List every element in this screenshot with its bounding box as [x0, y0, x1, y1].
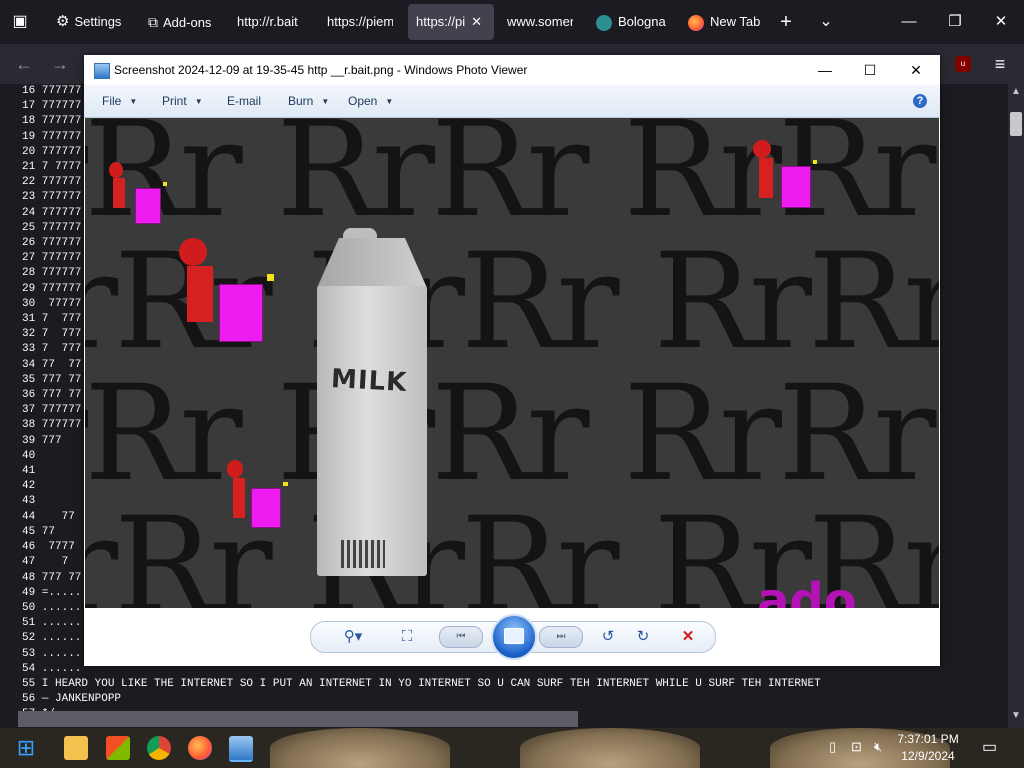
slideshow-icon: [504, 628, 524, 644]
volume-muted-icon[interactable]: 🔇︎: [874, 739, 882, 755]
rr-pattern-row: rRr RrRr RrRr R: [85, 357, 939, 511]
ublock-icon[interactable]: u: [955, 56, 971, 72]
forward-arrow-icon[interactable]: →: [50, 54, 70, 74]
menu-email[interactable]: E-mail: [227, 85, 261, 117]
menu-open[interactable]: Open ▼: [348, 85, 393, 118]
windows-taskbar: ⊞ ▯ ⊡ 🔇︎ 7:37:01 PM 12/9/2024 ▭: [0, 728, 1024, 768]
barcode: [341, 540, 385, 568]
new-tab-button[interactable]: +: [776, 12, 796, 32]
system-clock[interactable]: 7:37:01 PM 12/9/2024: [888, 731, 968, 765]
tab-r-bait[interactable]: http://r.bait: [237, 4, 309, 40]
firefox-taskbar-icon[interactable]: [188, 736, 212, 760]
tab-bologna[interactable]: Bologna: [596, 4, 666, 40]
previous-icon: ⏮: [456, 631, 466, 642]
tab-piem[interactable]: https://piem: [327, 4, 393, 40]
zoom-icon[interactable]: ⚲▾: [341, 628, 365, 646]
back-arrow-icon[interactable]: ←: [14, 54, 34, 74]
chevron-down-icon: ▼: [129, 96, 138, 106]
viewer-image: rR r RrR r RrR r R rRr RrRr Rr Rr R r Rr Rr Rr…: [85, 118, 939, 608]
tab-active[interactable]: https://pi ✕: [408, 4, 494, 40]
tab-add-ons[interactable]: ⧉ Add-ons: [148, 4, 216, 40]
vertical-scrollbar[interactable]: ▲ ▼: [1008, 84, 1024, 728]
clock-time: 7:37:01 PM: [897, 732, 959, 746]
wallpaper-detail: [270, 728, 450, 768]
actual-size-icon[interactable]: ⛶: [395, 628, 419, 646]
firefox-icon: [688, 14, 704, 31]
notification-center-icon[interactable]: ▭: [982, 737, 997, 757]
chevron-down-icon: ▼: [194, 96, 203, 106]
puzzle-icon: ⧉: [148, 14, 158, 30]
code-line: 55 I HEARD YOU LIKE THE INTERNET SO I PU…: [22, 677, 821, 690]
delete-icon[interactable]: ✕: [676, 628, 700, 646]
browser-minimize-button[interactable]: —: [897, 10, 921, 34]
firefox-view-icon[interactable]: ▣: [10, 12, 30, 32]
scrollbar-thumb[interactable]: [1010, 112, 1022, 136]
slideshow-button[interactable]: [491, 614, 537, 660]
browser-maximize-button[interactable]: ❐: [943, 10, 967, 34]
list-tabs-button[interactable]: ⌄: [816, 12, 836, 32]
gear-icon: ⚙: [56, 13, 70, 30]
scroll-down-icon[interactable]: ▼: [1008, 710, 1024, 721]
help-icon[interactable]: ?: [913, 94, 927, 108]
start-button[interactable]: ⊞: [14, 736, 38, 760]
viewer-minimize-button[interactable]: —: [802, 55, 848, 85]
scroll-up-icon[interactable]: ▲: [1008, 86, 1024, 97]
next-button[interactable]: ⏭: [539, 626, 583, 648]
menu-file[interactable]: File ▼: [102, 85, 137, 118]
wallpaper-detail: [520, 728, 700, 768]
browser-close-button[interactable]: ✕: [989, 10, 1013, 34]
previous-button[interactable]: ⏮: [439, 626, 483, 648]
chevron-down-icon: ▼: [385, 96, 394, 106]
chrome-icon[interactable]: [147, 736, 171, 760]
horizontal-scrollbar[interactable]: [18, 711, 578, 727]
tab-somer[interactable]: www.somer: [507, 4, 573, 40]
globe-icon: [596, 14, 612, 31]
viewer-title: Screenshot 2024-12-09 at 19-35-45 http _…: [114, 63, 528, 77]
photo-viewer-app-icon: [94, 63, 110, 79]
network-icon[interactable]: ⊡: [851, 739, 862, 755]
tab-new-tab[interactable]: New Tab: [688, 4, 762, 40]
usb-icon[interactable]: ▯: [829, 739, 836, 755]
browser-tab-strip: ▣ ⚙ Settings ⧉ Add-ons http://r.bait https…: [0, 0, 1024, 44]
milk-carton: MILK: [315, 228, 433, 576]
rr-pattern-row: rRr RrRr RrRr R: [85, 225, 939, 379]
next-icon: ⏭: [556, 631, 566, 642]
milk-label: MILK: [330, 364, 408, 398]
microsoft-store-icon[interactable]: [106, 736, 130, 760]
purple-corner-text: ado: [757, 573, 857, 608]
app-menu-icon[interactable]: ≡: [990, 54, 1010, 74]
photo-viewer-taskbar-icon[interactable]: [229, 736, 253, 762]
photo-viewer-window: Screenshot 2024-12-09 at 19-35-45 http _…: [84, 55, 940, 666]
code-line: 56 — JANKENPOPP: [22, 693, 122, 706]
tab-settings[interactable]: ⚙ Settings: [56, 4, 132, 40]
tab-close-icon[interactable]: ✕: [471, 14, 482, 29]
file-explorer-icon[interactable]: [64, 736, 88, 760]
viewer-title-bar: Screenshot 2024-12-09 at 19-35-45 http _…: [84, 55, 940, 85]
rotate-counterclockwise-icon[interactable]: ↺: [596, 628, 620, 646]
viewer-close-button[interactable]: ✕: [893, 55, 939, 85]
viewer-maximize-button[interactable]: ☐: [847, 55, 893, 85]
viewer-menu-bar: File ▼ Print ▼ E-mail Burn ▼ Open ▼ ?: [84, 85, 940, 118]
chevron-down-icon: ▼: [321, 96, 330, 106]
rotate-clockwise-icon[interactable]: ↻: [631, 628, 655, 646]
clock-date: 12/9/2024: [901, 749, 955, 763]
menu-print[interactable]: Print ▼: [162, 85, 203, 118]
menu-burn[interactable]: Burn ▼: [288, 85, 329, 118]
viewer-toolbar: ⚲▾ ⛶ ⏮ ⏭ ↺ ↻ ✕: [84, 608, 940, 666]
